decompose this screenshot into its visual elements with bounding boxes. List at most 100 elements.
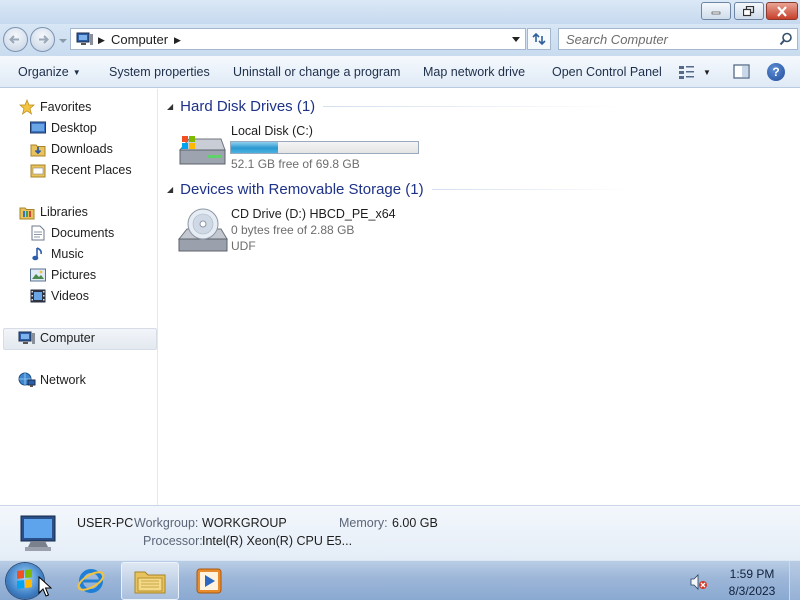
processor-value: Intel(R) Xeon(R) CPU E5... bbox=[202, 534, 353, 548]
sidebar-item-label: Recent Places bbox=[51, 163, 132, 177]
clock-date[interactable]: 8/3/2023 bbox=[722, 584, 782, 598]
back-button[interactable] bbox=[3, 27, 28, 52]
address-bar[interactable]: ▶ Computer ▶ bbox=[70, 28, 526, 50]
view-options-chevron-icon[interactable]: ▼ bbox=[703, 68, 711, 77]
sidebar-item-pictures[interactable]: Pictures bbox=[29, 265, 96, 285]
details-pane: USER-PC Workgroup: WORKGROUP Memory: 6.0… bbox=[0, 505, 800, 560]
processor-label: Processor: bbox=[143, 534, 203, 548]
capacity-bar bbox=[230, 141, 419, 154]
refresh-button[interactable] bbox=[527, 28, 551, 50]
organize-button[interactable]: Organize ▼ bbox=[18, 65, 81, 79]
folder-icon bbox=[134, 571, 166, 594]
sidebar-item-label: Downloads bbox=[51, 142, 113, 156]
sidebar-item-music[interactable]: Music bbox=[29, 244, 84, 264]
minimize-icon bbox=[711, 11, 721, 15]
desktop-icon bbox=[30, 121, 46, 134]
memory-value: 6.00 GB bbox=[392, 516, 438, 530]
drive-free-space: 52.1 GB free of 69.8 GB bbox=[231, 157, 360, 171]
restore-icon bbox=[743, 5, 755, 16]
sidebar-item-recent-places[interactable]: Recent Places bbox=[29, 160, 132, 180]
breadcrumb-chevron-icon[interactable]: ▶ bbox=[98, 35, 105, 46]
taskbar: 1:59 PM 8/3/2023 bbox=[0, 560, 800, 600]
breadcrumb-computer[interactable]: Computer bbox=[111, 32, 168, 47]
downloads-folder-icon bbox=[30, 144, 46, 156]
uninstall-program-button[interactable]: Uninstall or change a program bbox=[233, 65, 400, 79]
sidebar-item-label: Desktop bbox=[51, 121, 97, 135]
internet-explorer-icon bbox=[77, 569, 105, 593]
title-bar[interactable] bbox=[0, 0, 800, 24]
taskbar-internet-explorer[interactable] bbox=[62, 562, 120, 600]
workgroup-value: WORKGROUP bbox=[202, 516, 287, 530]
help-icon: ? bbox=[772, 65, 780, 79]
mouse-cursor-icon bbox=[38, 576, 52, 597]
taskbar-media-player[interactable] bbox=[180, 562, 238, 600]
navigation-bar: ▶ Computer ▶ Search Computer bbox=[0, 24, 800, 56]
sidebar-item-documents[interactable]: Documents bbox=[29, 223, 114, 243]
command-bar: Organize ▼ System properties Uninstall or… bbox=[0, 56, 800, 88]
recent-pages-chevron-icon[interactable] bbox=[58, 36, 68, 46]
computer-name: USER-PC bbox=[77, 516, 134, 530]
address-dropdown-icon[interactable] bbox=[511, 37, 521, 43]
sidebar-item-downloads[interactable]: Downloads bbox=[29, 139, 113, 159]
sidebar-item-desktop[interactable]: Desktop bbox=[29, 118, 97, 138]
media-player-icon bbox=[196, 568, 222, 594]
sidebar-item-label: Pictures bbox=[51, 268, 97, 282]
drive-name: Local Disk (C:) bbox=[231, 124, 313, 138]
sidebar-item-label: Favorites bbox=[40, 100, 92, 114]
search-input[interactable]: Search Computer bbox=[566, 32, 668, 47]
search-box[interactable]: Search Computer bbox=[558, 28, 798, 50]
clock-time[interactable]: 1:59 PM bbox=[722, 567, 782, 581]
hard-drive-icon bbox=[178, 136, 226, 165]
navigation-pane: Favorites Desktop Downloads Recent Place… bbox=[0, 89, 158, 505]
volume-muted-icon[interactable] bbox=[690, 574, 708, 590]
sidebar-item-label: Documents bbox=[51, 226, 115, 240]
preview-pane-icon[interactable] bbox=[733, 64, 750, 80]
drive-file-system: UDF bbox=[231, 239, 256, 253]
forward-arrow-icon bbox=[39, 35, 49, 44]
sidebar-item-libraries[interactable]: Libraries bbox=[18, 202, 88, 222]
group-divider bbox=[431, 188, 632, 190]
computer-icon bbox=[76, 32, 93, 45]
memory-label: Memory: bbox=[339, 516, 388, 530]
restore-button[interactable] bbox=[734, 2, 764, 20]
show-desktop-button[interactable] bbox=[789, 561, 800, 600]
map-network-drive-button[interactable]: Map network drive bbox=[423, 65, 525, 79]
group-header-hard-disk-drives[interactable]: ◢ Hard Disk Drives (1) bbox=[167, 96, 624, 116]
collapse-triangle-icon[interactable]: ◢ bbox=[167, 185, 173, 194]
refresh-icon bbox=[532, 32, 546, 46]
documents-icon bbox=[31, 225, 45, 241]
close-button[interactable] bbox=[766, 2, 798, 20]
help-button[interactable]: ? bbox=[767, 63, 785, 81]
breadcrumb-chevron-icon[interactable]: ▶ bbox=[174, 35, 181, 46]
sidebar-item-favorites[interactable]: Favorites bbox=[18, 97, 91, 117]
drive-cd-d[interactable]: CD Drive (D:) HBCD_PE_x64 0 bytes free o… bbox=[177, 207, 437, 255]
sidebar-item-label: Videos bbox=[51, 289, 89, 303]
sidebar-item-label: Network bbox=[40, 373, 86, 387]
minimize-button[interactable] bbox=[701, 2, 731, 20]
star-icon bbox=[19, 99, 35, 115]
sidebar-item-computer[interactable]: Computer bbox=[18, 328, 95, 348]
drive-local-disk-c[interactable]: Local Disk (C:) 52.1 GB free of 69.8 GB bbox=[177, 124, 437, 171]
drive-free-space: 0 bytes free of 2.88 GB bbox=[231, 223, 355, 237]
pictures-icon bbox=[30, 268, 46, 282]
search-icon[interactable] bbox=[779, 32, 793, 46]
forward-button[interactable] bbox=[30, 27, 55, 52]
music-icon bbox=[32, 247, 42, 261]
sidebar-item-network[interactable]: Network bbox=[18, 370, 86, 390]
sidebar-item-label: Libraries bbox=[40, 205, 88, 219]
cd-drive-icon bbox=[177, 208, 228, 252]
taskbar-windows-explorer[interactable] bbox=[121, 562, 179, 600]
back-arrow-icon bbox=[9, 35, 19, 44]
group-title: Hard Disk Drives (1) bbox=[180, 97, 316, 115]
chevron-down-icon: ▼ bbox=[72, 68, 81, 77]
change-view-icon[interactable] bbox=[678, 64, 696, 80]
collapse-triangle-icon[interactable]: ◢ bbox=[167, 102, 173, 111]
group-header-removable-storage[interactable]: ◢ Devices with Removable Storage (1) bbox=[167, 179, 632, 199]
close-icon bbox=[777, 5, 787, 17]
group-title: Devices with Removable Storage (1) bbox=[180, 180, 424, 198]
workgroup-label: Workgroup: bbox=[134, 516, 199, 530]
sidebar-item-videos[interactable]: Videos bbox=[29, 286, 89, 306]
system-properties-button[interactable]: System properties bbox=[109, 65, 210, 79]
network-icon bbox=[18, 372, 36, 387]
open-control-panel-button[interactable]: Open Control Panel bbox=[552, 65, 662, 79]
